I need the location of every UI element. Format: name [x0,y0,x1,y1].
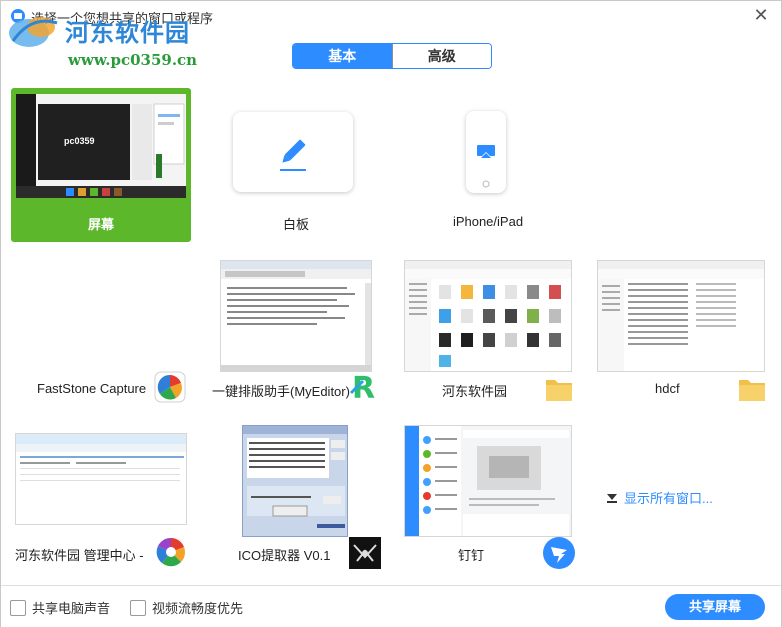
share-screen-button[interactable]: 共享屏幕 [665,594,765,620]
mode-tabs: 基本 高级 [292,43,492,69]
iphone-card [466,111,506,193]
folder-icon [739,380,765,401]
bottom-bar: 共享电脑声音 视频流畅度优先 共享屏幕 [1,585,781,627]
hedong-admin-label: 河东软件园 管理中心 - [15,548,144,563]
share-picker-window: 选择一个您想共享的窗口或程序 ✕ 河东软件园 www.pc0359.cn 基本 … [0,0,782,627]
share-tile-hedong-admin[interactable]: 河东软件园 管理中心 - [11,421,191,571]
hedong-folder-thumbnail [404,260,572,372]
ico-label: ICO提取器 V0.1 [238,548,331,563]
video-smooth-label: 视频流畅度优先 [152,601,244,616]
browser-app-icon [156,537,186,567]
whiteboard-label: 白板 [282,217,309,232]
hdcf-thumbnail [597,260,765,372]
dingding-thumbnail [404,425,572,537]
folder-icon [546,380,572,401]
video-smooth-option[interactable]: 视频流畅度优先 [130,598,243,617]
share-audio-label: 共享电脑声音 [32,601,111,616]
share-tile-hedong-folder[interactable]: 河东软件园 [398,257,578,407]
pen-icon [280,139,306,171]
airplay-icon [477,145,495,188]
dingding-label: 钉钉 [458,548,485,563]
video-smooth-checkbox[interactable] [130,599,146,616]
tab-basic[interactable]: 基本 [293,44,392,68]
screen-label: 屏幕 [87,217,114,232]
share-audio-option[interactable]: 共享电脑声音 [10,598,110,617]
share-tile-screen[interactable]: pc0359 屏幕 [11,88,191,242]
myeditor-app-icon: R [349,371,375,403]
hedong-admin-thumbnail [15,433,187,525]
watermark-site: www.pc0359.cn [68,51,198,69]
screen-thumb-caption: pc0359 [64,136,95,146]
whiteboard-card [233,112,353,192]
ico-app-icon [349,537,381,569]
share-tile-iphone[interactable]: iPhone/iPad [398,88,578,242]
download-arrow-icon [607,493,617,503]
share-tile-whiteboard[interactable]: 白板 [206,88,386,242]
window-title: 选择一个您想共享的窗口或程序 [31,11,214,26]
close-icon[interactable]: ✕ [751,5,771,25]
dingtalk-app-icon [543,537,575,569]
show-all-windows-link[interactable]: 显示所有窗口... [606,488,713,507]
share-tile-hdcf[interactable]: hdcf [591,257,771,407]
hedong-folder-label: 河东软件园 [442,384,508,399]
tab-advanced[interactable]: 高级 [391,44,491,68]
myeditor-label: 一键排版助手(MyEditor) [212,384,350,399]
myeditor-thumbnail [220,260,372,372]
title-bar: 选择一个您想共享的窗口或程序 ✕ [1,1,781,31]
hdcf-label: hdcf [655,381,680,396]
ico-thumbnail [242,425,348,537]
faststone-label: FastStone Capture [37,381,147,396]
share-tile-dingding[interactable]: 钉钉 [398,421,578,571]
show-all-windows-label: 显示所有窗口... [624,491,713,506]
zoom-app-icon [11,9,25,23]
share-tile-faststone[interactable]: FastStone Capture [11,257,191,407]
iphone-label: iPhone/iPad [452,214,524,229]
faststone-app-icon [154,371,186,403]
share-tile-myeditor[interactable]: 一键排版助手(MyEditor) R [206,257,386,407]
share-audio-checkbox[interactable] [10,599,26,616]
screen-thumbnail: pc0359 [16,94,186,198]
share-tile-ico[interactable]: ICO提取器 V0.1 [206,421,386,571]
